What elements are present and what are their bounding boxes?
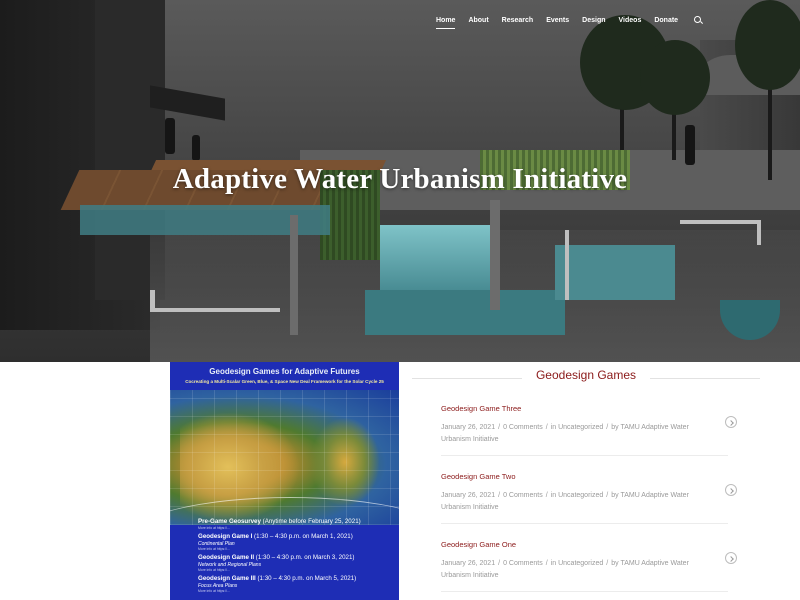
poster-schedule-item: Pre-Game Geosurvey (Anytime before Febru… bbox=[198, 518, 393, 530]
poster-schedule-line: Geodesign Game I (1:30 – 4:30 p.m. on Ma… bbox=[198, 533, 393, 541]
hero-banner: Adaptive Water Urbanism Initiative Home … bbox=[0, 0, 800, 362]
post-in-label: in bbox=[550, 560, 557, 567]
poster-item-link: More info at https://... bbox=[198, 547, 230, 551]
post-category-link[interactable]: Uncategorized bbox=[558, 424, 603, 431]
chevron-right-icon[interactable] bbox=[725, 484, 737, 496]
chevron-right-icon[interactable] bbox=[725, 552, 737, 564]
person-figure bbox=[685, 125, 695, 165]
hero-wall bbox=[490, 200, 500, 310]
chevron-right-icon[interactable] bbox=[725, 416, 737, 428]
nav-item-home[interactable]: Home bbox=[436, 17, 456, 29]
post-item: Geodesign Game One January 26, 2021/0 Co… bbox=[441, 540, 741, 582]
post-divider bbox=[441, 591, 728, 592]
poster-item-title: Geodesign Game II bbox=[198, 554, 255, 561]
post-by-label: by bbox=[611, 560, 619, 567]
hero-pipe bbox=[150, 290, 155, 310]
geodesign-poster[interactable]: Geodesign Games for Adaptive Futures Coc… bbox=[170, 362, 399, 600]
poster-schedule-item: Geodesign Game I (1:30 – 4:30 p.m. on Ma… bbox=[198, 533, 393, 551]
poster-schedule: Pre-Game Geosurvey (Anytime before Febru… bbox=[198, 518, 393, 596]
poster-subtitle: Cocreating a Multi-Scalar Green, Blue, &… bbox=[185, 379, 384, 384]
hero-water-basin bbox=[365, 290, 565, 335]
post-category-link[interactable]: Uncategorized bbox=[558, 560, 603, 567]
section-heading: Geodesign Games bbox=[412, 368, 760, 388]
nav-item-videos[interactable]: Videos bbox=[619, 17, 642, 24]
poster-schedule-line: Geodesign Game III (1:30 – 4:30 p.m. on … bbox=[198, 575, 393, 583]
poster-item-time: (1:30 – 4:30 p.m. on March 5, 2021) bbox=[255, 575, 357, 582]
tree bbox=[735, 0, 800, 90]
search-icon[interactable] bbox=[693, 15, 703, 25]
poster-item-title: Geodesign Game I bbox=[198, 533, 253, 540]
post-item: Geodesign Game Two January 26, 2021/0 Co… bbox=[441, 472, 741, 514]
section-title: Geodesign Games bbox=[535, 368, 637, 382]
hero-pipe bbox=[565, 230, 569, 300]
post-in-label: in bbox=[550, 424, 557, 431]
post-comments-link[interactable]: 0 Comments bbox=[503, 492, 543, 499]
post-meta: January 26, 2021/0 Comments / in Uncategor… bbox=[441, 560, 689, 579]
main-nav: Home About Research Events Design Videos… bbox=[436, 12, 703, 29]
post-comments-link[interactable]: 0 Comments bbox=[503, 424, 543, 431]
person-figure bbox=[192, 135, 200, 161]
poster-schedule-item: Geodesign Game III (1:30 – 4:30 p.m. on … bbox=[198, 575, 393, 593]
post-divider bbox=[441, 523, 728, 524]
poster-schedule-line: Geodesign Game II (1:30 – 4:30 p.m. on M… bbox=[198, 554, 393, 562]
poster-item-title: Geodesign Game III bbox=[198, 575, 256, 582]
post-category-link[interactable]: Uncategorized bbox=[558, 492, 603, 499]
heading-rule-right bbox=[650, 378, 760, 379]
post-title-link[interactable]: Geodesign Game One bbox=[441, 540, 741, 549]
person-figure bbox=[165, 118, 175, 154]
hero-pipe bbox=[680, 220, 760, 224]
poster-item-time: (Anytime before February 25, 2021) bbox=[260, 518, 361, 525]
hero-wall bbox=[290, 215, 298, 335]
hero-pipe bbox=[150, 308, 280, 312]
post-comments-link[interactable]: 0 Comments bbox=[503, 560, 543, 567]
nav-item-events[interactable]: Events bbox=[546, 17, 569, 24]
poster-item-link: More info at https://... bbox=[198, 589, 230, 593]
poster-item-time: (1:30 – 4:30 p.m. on March 3, 2021) bbox=[254, 554, 355, 561]
hero-water-basin-right bbox=[555, 245, 675, 300]
post-date: January 26, 2021 bbox=[441, 492, 496, 499]
poster-item-title: Pre-Game Geosurvey bbox=[198, 518, 261, 525]
post-date: January 26, 2021 bbox=[441, 560, 496, 567]
post-title-link[interactable]: Geodesign Game Two bbox=[441, 472, 741, 481]
nav-item-about[interactable]: About bbox=[468, 17, 488, 24]
nav-item-donate[interactable]: Donate bbox=[654, 17, 678, 24]
poster-item-time: (1:30 – 4:30 p.m. on March 1, 2021) bbox=[252, 533, 353, 540]
post-divider bbox=[441, 455, 728, 456]
hero-pipe bbox=[757, 220, 761, 245]
post-meta: January 26, 2021/0 Comments / in Uncategor… bbox=[441, 424, 689, 443]
poster-schedule-line: Pre-Game Geosurvey (Anytime before Febru… bbox=[198, 518, 393, 526]
nav-item-research[interactable]: Research bbox=[502, 17, 534, 24]
post-in-label: in bbox=[550, 492, 557, 499]
post-item: Geodesign Game Three January 26, 2021/0 … bbox=[441, 404, 741, 446]
post-title-link[interactable]: Geodesign Game Three bbox=[441, 404, 741, 413]
nav-item-design[interactable]: Design bbox=[582, 17, 605, 24]
poster-item-link: More info at https://... bbox=[198, 568, 230, 572]
poster-title: Geodesign Games for Adaptive Futures bbox=[209, 367, 360, 376]
tree bbox=[640, 40, 710, 115]
post-by-label: by bbox=[611, 492, 619, 499]
post-by-label: by bbox=[611, 424, 619, 431]
poster-schedule-item: Geodesign Game II (1:30 – 4:30 p.m. on M… bbox=[198, 554, 393, 572]
post-date: January 26, 2021 bbox=[441, 424, 496, 431]
hero-title: Adaptive Water Urbanism Initiative bbox=[172, 163, 628, 195]
poster-item-link: More info at https://... bbox=[198, 526, 230, 530]
post-meta: January 26, 2021/0 Comments / in Uncategor… bbox=[441, 492, 689, 511]
